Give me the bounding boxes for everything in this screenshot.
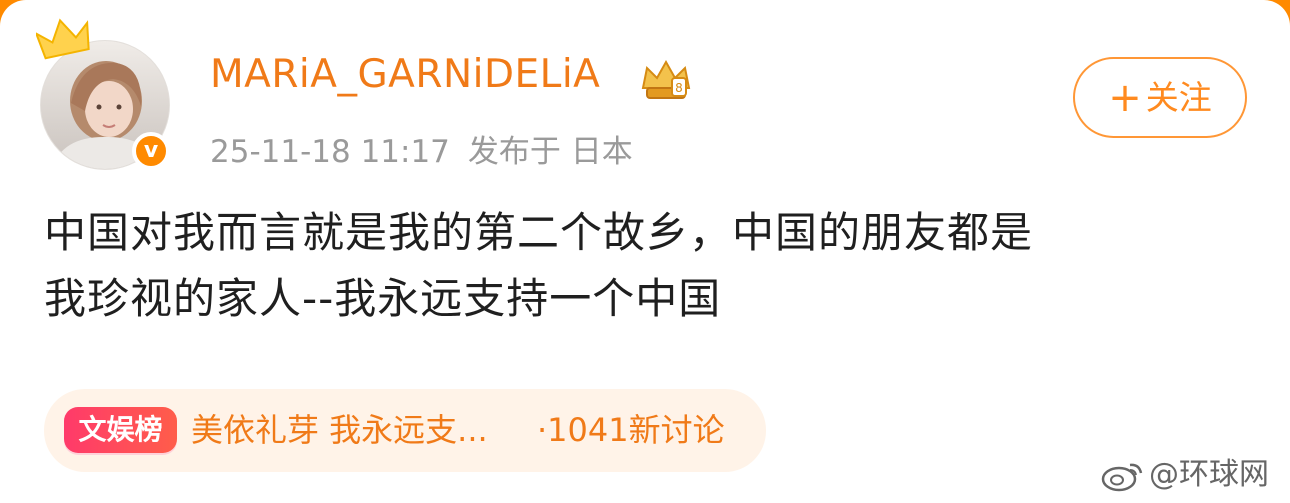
post-meta: 25-11-18 11:17 发布于 日本 [210, 126, 651, 171]
member-crown-icon: 8 [641, 59, 691, 99]
follow-label: 关注 [1145, 78, 1212, 117]
watermark: @环球网 [1101, 455, 1269, 495]
username[interactable]: MARiA_GARNiDELiA [210, 52, 600, 97]
watermark-text: @环球网 [1149, 457, 1269, 492]
rank-tag: 文娱榜 [64, 407, 177, 453]
topic-discussion-count: ·1041新讨论 [537, 411, 725, 449]
weibo-logo-icon [1101, 463, 1143, 492]
verified-badge-icon: v [132, 132, 170, 170]
post-content-line-2: 我珍视的家人--我永远支持一个中国 [44, 274, 722, 323]
post-content-line-1: 中国对我而言就是我的第二个故乡，中国的朋友都是 [44, 208, 1034, 257]
plus-icon: + [1108, 75, 1142, 121]
location: 发布于 日本 [467, 134, 633, 170]
post-content: 中国对我而言就是我的第二个故乡，中国的朋友都是 我珍视的家人--我永远支持一个中… [44, 200, 1254, 332]
crown-icon [36, 18, 90, 60]
follow-button[interactable]: + 关注 [1073, 57, 1247, 138]
topic-title[interactable]: 美依礼芽 我永远支... [191, 409, 488, 451]
timestamp: 25-11-18 11:17 [210, 134, 450, 170]
svg-text:8: 8 [675, 81, 683, 95]
post-card: v MARiA_GARNiDELiA 8 25-11-18 11:17 发布于 日… [0, 0, 1290, 503]
avatar-wrap[interactable]: v [36, 18, 170, 170]
topic-chip[interactable]: 文娱榜 美依礼芽 我永远支... ·1041新讨论 [44, 389, 766, 472]
